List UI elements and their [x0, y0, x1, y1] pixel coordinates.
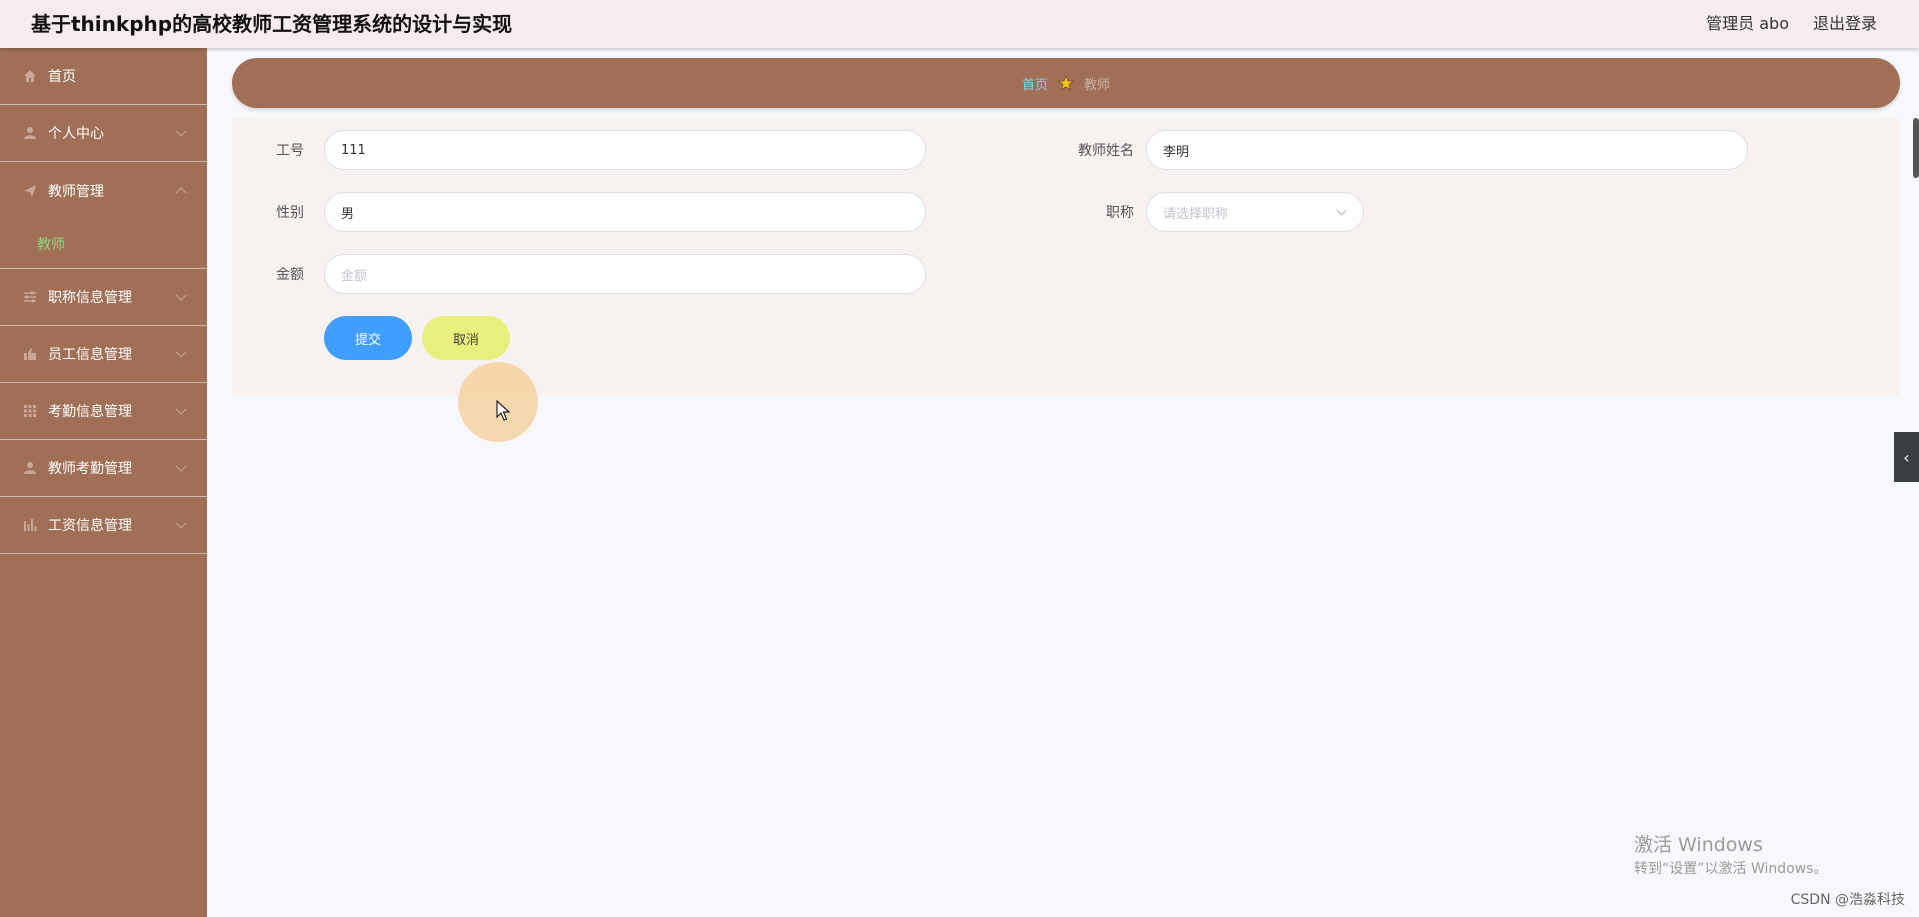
sidebar-item-label: 考勤信息管理: [48, 404, 132, 420]
gender-input[interactable]: 男: [324, 192, 926, 232]
logout-link[interactable]: 退出登录: [1813, 10, 1877, 34]
user-icon: [22, 125, 38, 141]
person-icon: [22, 460, 38, 476]
sidebar-item-label: 个人中心: [48, 126, 104, 142]
title-select-placeholder: 请选择职称: [1163, 206, 1229, 222]
sidebar-item-salary-management[interactable]: 工资信息管理: [0, 497, 207, 554]
teacher-name-label: 教师姓名: [1078, 143, 1134, 159]
submit-button[interactable]: 提交: [324, 316, 412, 360]
sidebar-item-label: 首页: [48, 69, 76, 85]
windows-activation-title: 激活 Windows: [1634, 834, 1763, 856]
amount-label: 金额: [276, 267, 304, 283]
sidebar-item-teacher-management[interactable]: 教师管理: [0, 162, 207, 219]
sidebar-item-label: 教师管理: [48, 183, 104, 200]
star-icon: [1057, 74, 1075, 91]
chevron-down-icon: [1336, 205, 1347, 216]
scrollbar[interactable]: [1913, 118, 1919, 178]
chevron-down-icon: [175, 346, 187, 358]
teacher-name-input[interactable]: 李明: [1146, 130, 1748, 170]
breadcrumb-home[interactable]: 首页: [1022, 74, 1048, 93]
sidebar-item-label: 教师考勤管理: [48, 461, 132, 477]
sidebar-item-employee-management[interactable]: 员工信息管理: [0, 326, 207, 383]
cancel-button[interactable]: 取消: [422, 316, 510, 360]
chevron-down-icon: [175, 460, 187, 472]
send-icon: [22, 183, 38, 199]
sidebar-item-label: 员工信息管理: [48, 347, 132, 363]
grid-icon: [22, 403, 38, 419]
breadcrumb: 首页 教师: [232, 58, 1900, 108]
chevron-up-icon: [175, 187, 187, 199]
chevron-down-icon: [175, 403, 187, 415]
gender-label: 性别: [276, 205, 304, 221]
sidebar-item-teacher-attendance[interactable]: 教师考勤管理: [0, 440, 207, 497]
sidebar-subitem-teacher[interactable]: 教师: [0, 219, 207, 269]
sidebar: 首页 个人中心 教师管理 教师 职称信息管理 员工信息管理 考勤信息管理 教师考…: [0, 48, 207, 917]
current-user: 管理员 abo: [1706, 14, 1789, 33]
sidebar-item-personal-center[interactable]: 个人中心: [0, 105, 207, 162]
teacher-form: 工号 111 教师姓名 李明 性别 男 职称 请选择职称 金额 金额 提交 取消: [232, 118, 1900, 396]
sliders-icon: [22, 289, 38, 305]
app-title: 基于thinkphp的高校教师工资管理系统的设计与实现: [31, 12, 513, 36]
sidebar-item-title-management[interactable]: 职称信息管理: [0, 269, 207, 326]
sidebar-item-home[interactable]: 首页: [0, 48, 207, 105]
thumb-icon: [22, 346, 38, 362]
title-label: 职称: [1106, 205, 1134, 221]
collapse-panel-button[interactable]: ‹: [1894, 432, 1919, 482]
mouse-cursor-icon: [496, 399, 512, 426]
chevron-down-icon: [175, 517, 187, 529]
breadcrumb-current: 教师: [1084, 77, 1111, 93]
job-no-input[interactable]: 111: [324, 130, 926, 170]
amount-input[interactable]: 金额: [324, 254, 926, 294]
top-header: 基于thinkphp的高校教师工资管理系统的设计与实现 管理员 abo 退出登录: [0, 0, 1919, 48]
job-no-label: 工号: [276, 143, 304, 159]
windows-activation-hint: 转到“设置”以激活 Windows。: [1634, 861, 1828, 877]
sidebar-item-attendance-management[interactable]: 考勤信息管理: [0, 383, 207, 440]
csdn-watermark: CSDN @浩淼科技: [1790, 892, 1905, 908]
chevron-down-icon: [175, 289, 187, 301]
chevron-left-icon: ‹: [1903, 447, 1910, 467]
bar-chart-icon: [22, 517, 38, 533]
home-icon: [22, 68, 38, 84]
title-select[interactable]: 请选择职称: [1146, 192, 1364, 232]
chevron-down-icon: [175, 125, 187, 137]
sidebar-item-label: 工资信息管理: [48, 518, 132, 534]
sidebar-item-label: 职称信息管理: [48, 290, 132, 306]
